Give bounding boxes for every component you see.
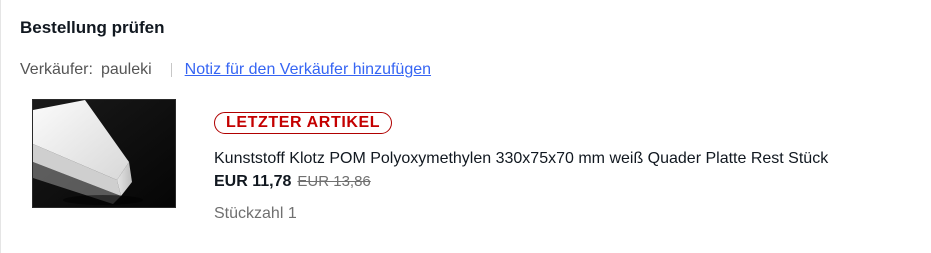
order-review-section: Bestellung prüfen Verkäufer: pauleki Not… [0, 0, 931, 253]
item-price: EUR 11,78 [214, 173, 292, 190]
item-original-price: EUR 13,86 [297, 173, 371, 190]
item-title-link[interactable]: Kunststoff Klotz POM Polyoxymethylen 330… [214, 149, 828, 169]
seller-name: pauleki [100, 61, 152, 78]
seller-label: Verkäufer: [20, 61, 93, 78]
seller-row: Verkäufer: pauleki Notiz für den Verkäuf… [20, 59, 431, 81]
divider [170, 63, 172, 77]
divider [0, 0, 1, 253]
item-image[interactable] [32, 99, 176, 208]
add-seller-note-link[interactable]: Notiz für den Verkäufer hinzufügen [185, 59, 431, 81]
last-item-badge: LETZTER ARTIKEL [214, 112, 393, 134]
white-plastic-block-photo-icon [33, 100, 175, 207]
price-row: EUR 11,78 EUR 13,86 [214, 172, 828, 192]
section-title: Bestellung prüfen [20, 18, 165, 37]
item-quantity: Stückzahl 1 [214, 205, 297, 222]
item-info: LETZTER ARTIKEL Kunststoff Klotz POM Pol… [214, 112, 828, 224]
